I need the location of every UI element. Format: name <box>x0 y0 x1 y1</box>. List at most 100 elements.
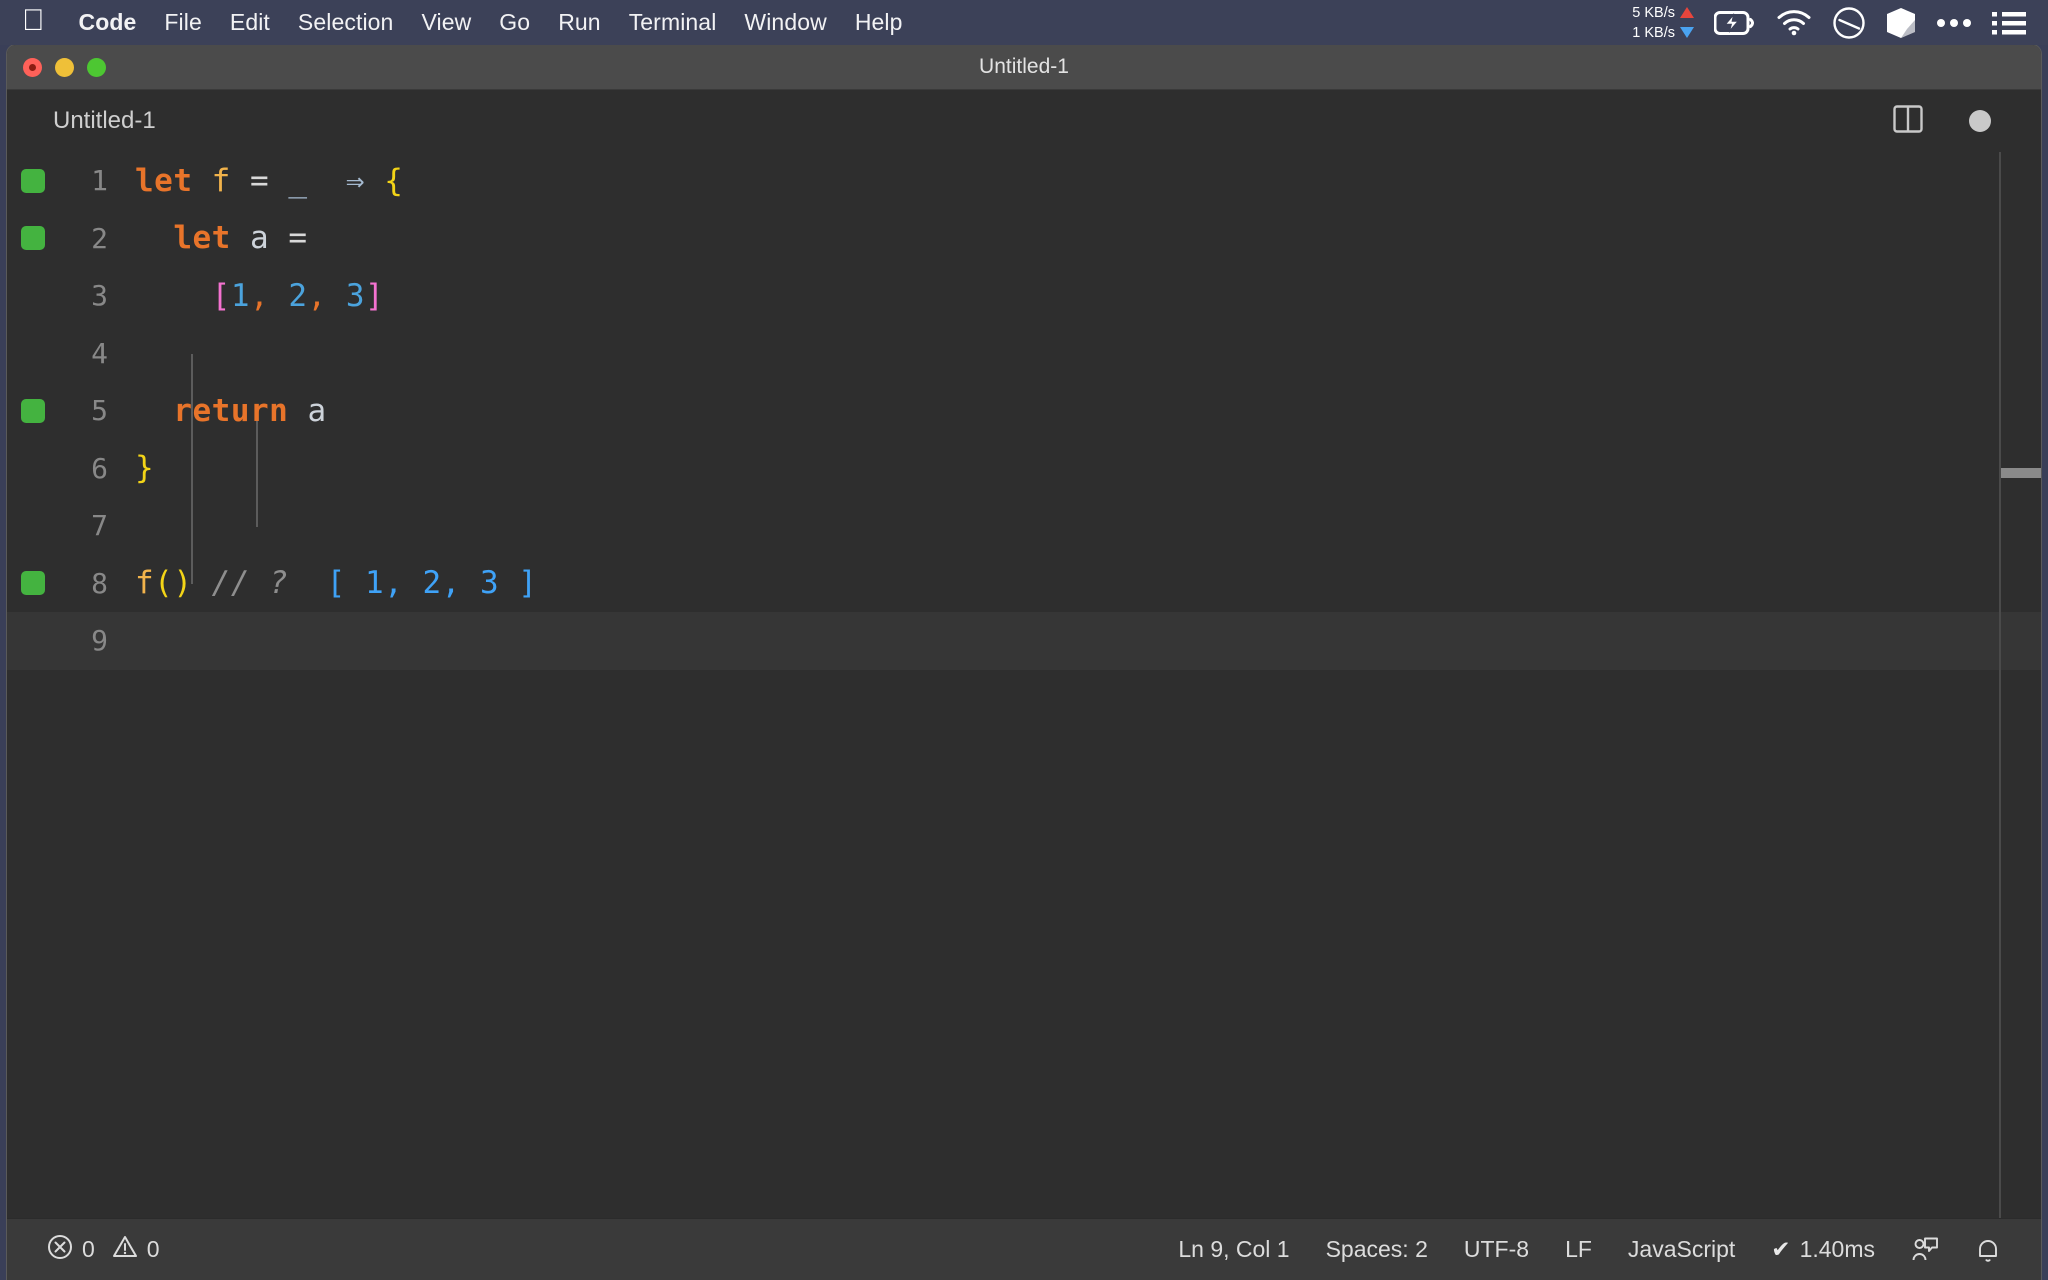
list-menu-icon[interactable] <box>1992 10 2026 36</box>
code-line-7[interactable]: 7 <box>7 497 2041 555</box>
token-arrow: _ <box>288 162 308 199</box>
code-line-8[interactable]: 8 f() // ? [ 1, 2, 3 ] <box>7 555 2041 613</box>
ruler-mark <box>2001 468 2041 478</box>
line-number: 9 <box>91 624 108 658</box>
token-result: [ 1, 2, 3 ] <box>326 565 538 602</box>
window-titlebar: Untitled-1 <box>7 45 2041 90</box>
menu-item-terminal[interactable]: Terminal <box>615 9 731 36</box>
token-op <box>269 278 288 314</box>
token-op <box>193 565 212 601</box>
token-op <box>231 220 250 256</box>
code-line-2[interactable]: 2 let a = <box>7 210 2041 268</box>
wifi-icon[interactable] <box>1776 9 1812 36</box>
encoding-status[interactable]: UTF-8 <box>1450 1232 1543 1267</box>
gutter-marker-line-2[interactable] <box>21 226 45 251</box>
token-op <box>193 163 212 199</box>
bell-icon[interactable] <box>1961 1232 2015 1268</box>
code-lines-container: 1 let f = _ ⇒ {2 let a = 3 [1, 2, 3] 4 5 ret… <box>7 152 2041 670</box>
editor-tabbar: Untitled-1 <box>7 90 2041 152</box>
run-time-status[interactable]: ✔ 1.40ms <box>1757 1232 1889 1267</box>
close-button[interactable] <box>23 57 42 77</box>
unsaved-dot-icon[interactable] <box>1969 110 1991 132</box>
line-number: 4 <box>91 336 108 370</box>
battery-charging-icon[interactable] <box>1714 10 1756 36</box>
error-circle-icon <box>47 1234 73 1266</box>
token-comment: // ? <box>211 565 289 602</box>
token-kw: let <box>135 162 193 199</box>
menu-item-go[interactable]: Go <box>485 9 544 36</box>
line-content: let a = <box>135 220 308 256</box>
macos-menubar:  CodeFileEditSelectionViewGoRunTerminal… <box>0 0 2048 45</box>
code-line-1[interactable]: 1 let f = _ ⇒ { <box>7 152 2041 210</box>
menu-item-run[interactable]: Run <box>544 9 615 36</box>
token-kw: let <box>173 220 231 257</box>
network-speed-indicator[interactable]: 5 KB/s 1 KB/s <box>1632 3 1694 43</box>
tab-label: Untitled-1 <box>53 107 156 134</box>
menu-item-window[interactable]: Window <box>730 9 840 36</box>
minimize-button[interactable] <box>55 57 74 77</box>
current-line-highlight <box>197 612 2041 670</box>
menu-item-code[interactable]: Code <box>65 9 151 36</box>
zoom-button[interactable] <box>87 57 106 77</box>
tabbar-actions <box>1893 104 2041 138</box>
token-op <box>327 278 346 314</box>
token-op <box>288 565 326 601</box>
token-bracket: ] <box>365 277 385 314</box>
line-number: 6 <box>91 451 108 485</box>
live-share-icon[interactable] <box>1897 1232 1953 1268</box>
line-content: } <box>135 450 154 486</box>
token-op <box>308 163 346 199</box>
menu-item-help[interactable]: Help <box>841 9 917 36</box>
menubar-status-tray: 5 KB/s 1 KB/s <box>1632 3 2034 43</box>
do-not-disturb-icon[interactable] <box>1832 6 1866 40</box>
menu-item-file[interactable]: File <box>150 9 215 36</box>
token-fn: f <box>135 565 155 602</box>
language-mode-status[interactable]: JavaScript <box>1614 1232 1749 1267</box>
errors-count: 0 <box>82 1236 95 1262</box>
menubar-items: Code File Edit Selection View Go Run Terminal Wi… <box>65 9 917 36</box>
upload-arrow-icon <box>1680 7 1694 18</box>
download-arrow-icon <box>1680 27 1694 38</box>
menu-item-view[interactable]: View <box>407 9 485 36</box>
token-fn: f <box>211 162 231 199</box>
tab-untitled-1[interactable]: Untitled-1 <box>7 90 182 152</box>
upload-speed-label: 5 KB/s <box>1632 4 1675 21</box>
cursor-position-status[interactable]: Ln 9, Col 1 <box>1164 1232 1303 1267</box>
token-op <box>135 393 173 429</box>
token-comma: , <box>250 277 270 314</box>
token-brace: () <box>154 565 193 602</box>
code-line-3[interactable]: 3 [1, 2, 3] <box>7 267 2041 325</box>
window-controls <box>7 57 106 77</box>
split-editor-icon[interactable] <box>1893 104 1923 138</box>
gutter-marker-line-8[interactable] <box>21 571 45 596</box>
gutter-marker-line-1[interactable] <box>21 168 45 193</box>
code-editor[interactable]: 1 let f = _ ⇒ {2 let a = 3 [1, 2, 3] 4 5 ret… <box>7 152 2041 1218</box>
apple-logo-icon[interactable]:  <box>22 5 45 36</box>
gutter-marker-line-5[interactable] <box>21 398 45 423</box>
eol-status[interactable]: LF <box>1551 1232 1606 1267</box>
line-content: f() // ? [ 1, 2, 3 ] <box>135 565 537 601</box>
indentation-status[interactable]: Spaces: 2 <box>1312 1232 1442 1267</box>
token-kw: return <box>173 392 289 429</box>
token-op: = <box>288 220 308 257</box>
line-content: [1, 2, 3] <box>135 278 384 314</box>
ellipsis-icon[interactable] <box>1936 17 1972 29</box>
vscode-window: Untitled-1 Untitled-1 1 let f = _ ⇒ {2 le… <box>7 45 2041 1280</box>
token-ident: a <box>250 220 270 257</box>
problems-status[interactable]: 0 0 <box>37 1230 170 1270</box>
menu-item-selection[interactable]: Selection <box>284 9 408 36</box>
warning-triangle-icon <box>112 1234 138 1266</box>
editor-overview-ruler[interactable] <box>1999 152 2041 1218</box>
code-line-5[interactable]: 5 return a <box>7 382 2041 440</box>
token-op: = <box>250 162 270 199</box>
code-line-4[interactable]: 4 <box>7 325 2041 383</box>
box-3d-icon[interactable] <box>1886 7 1916 39</box>
token-op <box>135 278 212 314</box>
download-speed-label: 1 KB/s <box>1632 24 1675 41</box>
menu-item-edit[interactable]: Edit <box>216 9 284 36</box>
token-op <box>231 163 250 199</box>
code-line-6[interactable]: 6} <box>7 440 2041 498</box>
code-line-9[interactable]: 9 <box>7 612 2041 670</box>
token-op <box>288 393 307 429</box>
check-mark-icon: ✔ <box>1771 1236 1791 1262</box>
